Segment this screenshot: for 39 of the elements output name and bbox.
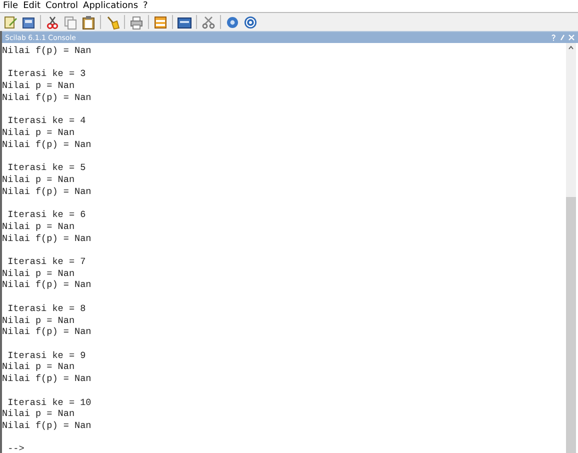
output-line: Nilai f(p) = Nan (2, 279, 92, 292)
output-line: Nilai p = Nan (2, 408, 76, 420)
output-line: Nilai f(p) = Nan (2, 92, 92, 104)
menu-item[interactable]: ? (143, 0, 148, 12)
print-icon[interactable] (129, 14, 144, 30)
iteration-heading: Iterasi ke = 9 (6, 350, 87, 362)
iteration-heading: Iterasi ke = 3 (6, 68, 87, 80)
broom-icon[interactable] (105, 14, 120, 30)
output-line: Nilai f(p) = Nan (2, 326, 92, 338)
output-line: Nilai p = Nan (2, 127, 76, 139)
new-script-icon[interactable] (3, 14, 18, 30)
iteration-heading: Iterasi ke = 6 (6, 209, 87, 221)
scissors-icon[interactable] (201, 14, 216, 30)
scrollbar[interactable] (566, 43, 576, 453)
paste-icon[interactable] (81, 14, 96, 30)
output-line: Nilai p = Nan (2, 268, 76, 280)
output-line: Nilai p = Nan (2, 220, 76, 232)
menu-item[interactable]: Control (46, 0, 78, 12)
menu-item[interactable]: File (3, 0, 18, 12)
output-line: Nilai f(p) = Nan (2, 373, 92, 385)
iteration-heading: Iterasi ke = 5 (6, 162, 87, 174)
output-line: Nilai f(p) = Nan (2, 45, 92, 57)
console-prompt[interactable]: --> (2, 443, 566, 453)
scrollbar-thumb[interactable] (566, 197, 576, 453)
output-line: Nilai p = Nan (2, 361, 76, 374)
output-line: Nilai p = Nan (2, 174, 76, 186)
output-line: Nilai f(p) = Nan (2, 186, 92, 198)
cut-icon[interactable] (45, 14, 60, 30)
output-line: Nilai f(p) = Nan (2, 232, 92, 244)
iteration-heading: Iterasi ke = 7 (6, 256, 87, 268)
menu-item[interactable]: Edit (23, 0, 40, 12)
output-line: Nilai p = Nan (2, 80, 76, 92)
output-line: Nilai f(p) = Nan (2, 420, 92, 432)
output-line: Nilai p = Nan (2, 314, 76, 326)
output-line: Nilai f(p) = Nan (2, 138, 92, 150)
iteration-heading: Iterasi ke = 10 (6, 396, 92, 408)
iteration-heading: Iterasi ke = 4 (6, 115, 87, 128)
iteration-heading: Iterasi ke = 8 (6, 302, 87, 315)
menu-item[interactable]: Applications (83, 0, 138, 12)
